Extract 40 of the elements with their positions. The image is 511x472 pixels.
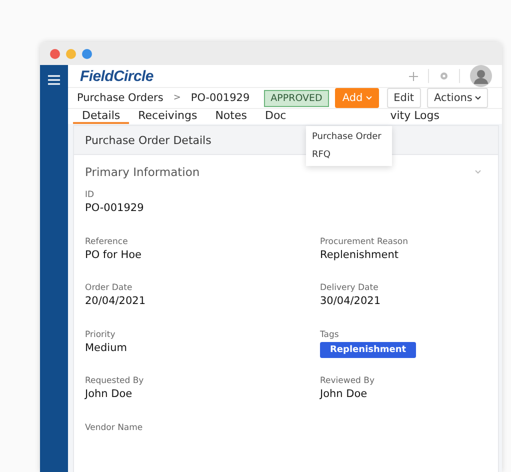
field-label: Reviewed By: [320, 376, 376, 386]
breadcrumb-current: PO-001929: [190, 92, 250, 104]
field-label: Requested By: [85, 376, 145, 386]
field-value: PO for Hoe: [85, 248, 142, 260]
field-label: Vendor Name: [85, 422, 144, 432]
field-label: Reference: [85, 236, 129, 246]
minimize-dot[interactable]: [66, 48, 76, 58]
field-value: 20/04/2021: [85, 295, 147, 307]
menu-icon[interactable]: [48, 75, 60, 85]
chevron-icon[interactable]: [475, 170, 481, 174]
tab[interactable]: Receivings: [129, 109, 206, 124]
breadcrumb-separator: >: [173, 93, 181, 103]
plus-icon[interactable]: [409, 72, 418, 80]
tab[interactable]: Notes: [206, 109, 256, 124]
tab[interactable]: vity Logs: [381, 109, 448, 124]
status-badge: APPROVED: [264, 90, 330, 106]
action-button[interactable]: Actions: [427, 88, 488, 108]
breadcrumb-link[interactable]: Purchase Orders: [77, 92, 164, 104]
section-title[interactable]: Primary Information: [85, 164, 200, 178]
field-label: Delivery Date: [320, 283, 380, 293]
field-label: Procurement Reason: [320, 236, 409, 246]
field-label: ID: [85, 190, 96, 200]
tag-chip: Replenishment: [320, 342, 416, 358]
field-value: PO-001929: [85, 202, 145, 214]
tab[interactable]: Doc: [256, 109, 296, 124]
menu-item[interactable]: Purchase Order: [306, 128, 392, 146]
field-label: Order Date: [85, 283, 134, 293]
action-button[interactable]: Edit: [386, 88, 422, 108]
field-value: Replenishment: [320, 248, 400, 260]
field-label: Priority: [85, 330, 116, 340]
field-label: Tags: [320, 330, 340, 340]
logo: FieldCircle: [80, 68, 154, 84]
field-value: John Doe: [320, 388, 368, 400]
field-value: Medium: [85, 342, 128, 354]
field-value: John Doe: [85, 388, 134, 400]
settings-icon[interactable]: [439, 71, 449, 81]
field-value: 30/04/2021: [320, 295, 382, 307]
close-dot[interactable]: [50, 48, 60, 58]
zoom-dot[interactable]: [82, 48, 92, 58]
avatar[interactable]: [470, 65, 492, 87]
